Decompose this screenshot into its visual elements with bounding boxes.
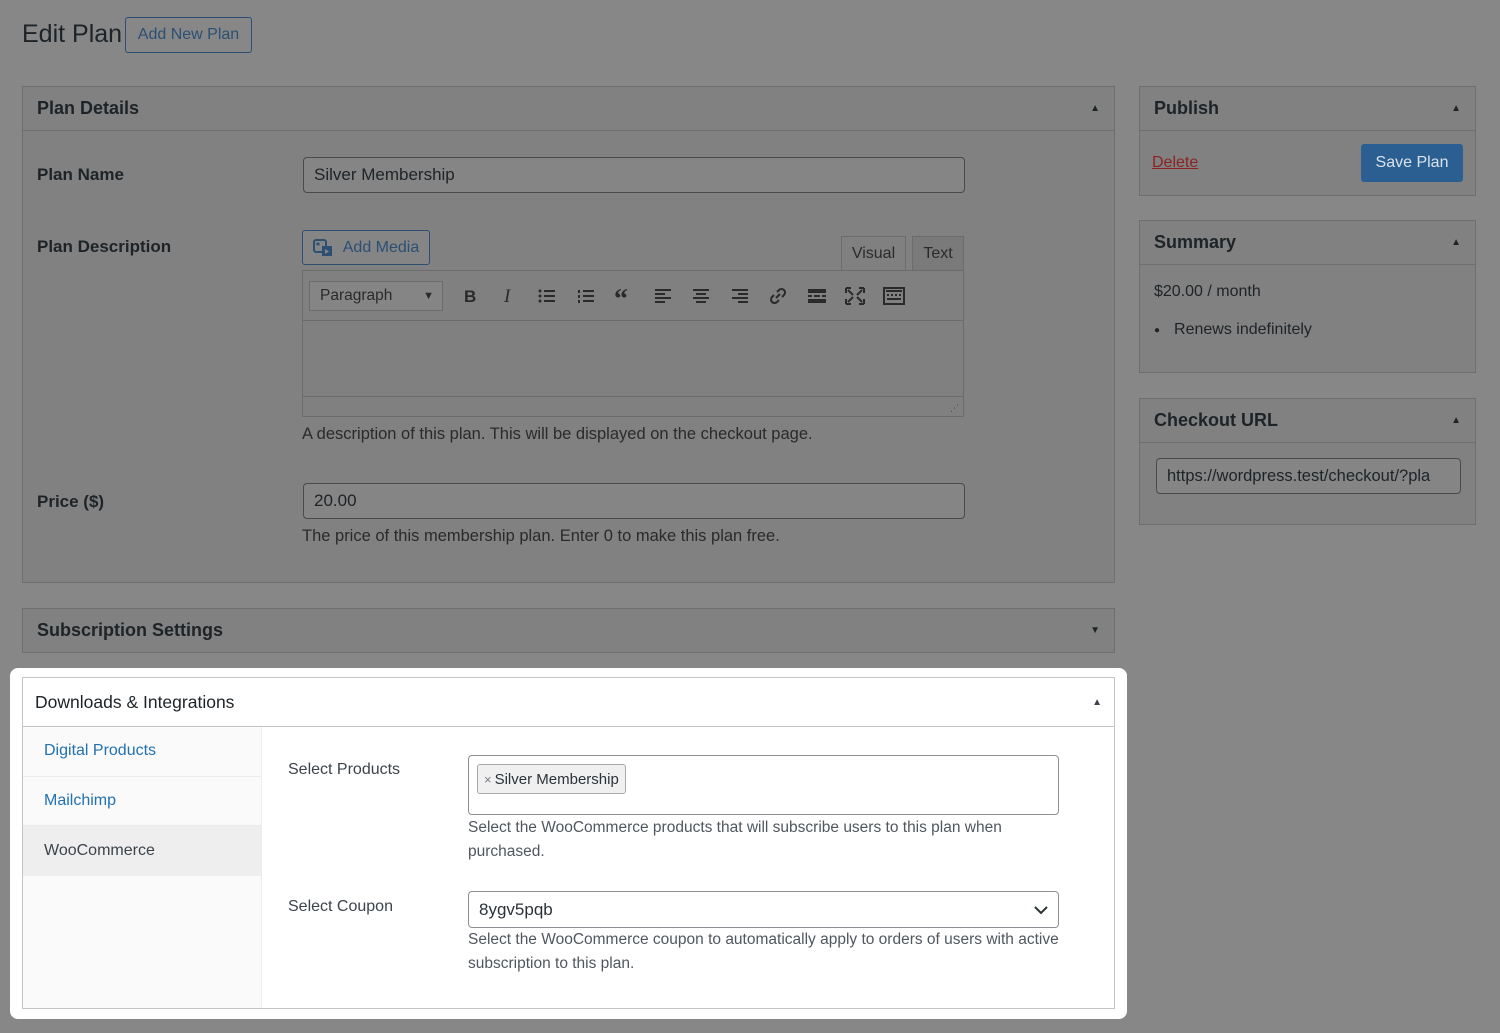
align-right-icon[interactable] [721, 281, 760, 311]
collapse-up-icon[interactable]: ▲ [1451, 237, 1461, 248]
nav-item-woocommerce[interactable]: WooCommerce [23, 826, 261, 876]
downloads-header[interactable]: Downloads & Integrations ▲ [23, 678, 1114, 727]
plan-details-header[interactable]: Plan Details ▲ [23, 87, 1114, 131]
coupon-value: 8ygv5pqb [479, 899, 553, 919]
coupon-select[interactable]: 8ygv5pqb [468, 891, 1059, 928]
integrations-nav: Digital Products Mailchimp WooCommerce [23, 727, 262, 1008]
downloads-title: Downloads & Integrations [35, 691, 235, 712]
svg-text:B: B [464, 287, 476, 305]
bullet-icon: ● [1154, 324, 1161, 336]
add-media-button[interactable]: Add Media [302, 230, 430, 265]
editor-body[interactable] [303, 321, 963, 396]
collapse-up-icon[interactable]: ▲ [1092, 697, 1102, 708]
align-left-icon[interactable] [644, 281, 683, 311]
checkout-url-title: Checkout URL [1154, 410, 1279, 430]
collapse-up-icon[interactable]: ▲ [1090, 103, 1100, 114]
select-products-input[interactable]: × Silver Membership [468, 755, 1059, 815]
svg-text:I: I [503, 287, 512, 305]
add-new-plan-button[interactable]: Add New Plan [125, 17, 252, 53]
select-coupon-label: Select Coupon [288, 898, 393, 915]
selected-product-chip: × Silver Membership [477, 764, 626, 794]
plan-name-label: Plan Name [37, 165, 124, 184]
tab-text[interactable]: Text [912, 236, 964, 270]
plan-details-title: Plan Details [37, 98, 140, 118]
align-center-icon[interactable] [682, 281, 721, 311]
nav-item-mailchimp[interactable]: Mailchimp [23, 777, 261, 826]
italic-icon[interactable]: I [490, 281, 529, 311]
bold-icon[interactable]: B [451, 281, 490, 311]
description-help: A description of this plan. This will be… [302, 425, 813, 443]
bullet-list-icon[interactable] [528, 281, 567, 311]
summary-price: $20.00 / month [1154, 283, 1261, 300]
save-plan-button[interactable]: Save Plan [1361, 144, 1463, 182]
format-select-value: Paragraph [320, 286, 393, 304]
blockquote-icon[interactable]: “ [605, 281, 644, 311]
resize-handle-icon[interactable]: ⋰ [950, 403, 959, 414]
format-select[interactable]: Paragraph ▼ [309, 280, 443, 311]
svg-text:“: “ [614, 288, 628, 304]
publish-title: Publish [1154, 98, 1220, 118]
media-icon [312, 238, 332, 256]
plan-description-label: Plan Description [37, 237, 172, 256]
link-icon[interactable] [759, 281, 798, 311]
summary-renewal: Renews indefinitely [1174, 321, 1312, 338]
delete-link[interactable]: Delete [1152, 154, 1198, 172]
chevron-down-icon [1034, 905, 1048, 914]
selected-product-label: Silver Membership [494, 770, 619, 788]
page-title: Edit Plan [22, 20, 123, 48]
products-help: Select the WooCommerce products that wil… [468, 819, 1002, 860]
checkout-url-input[interactable]: https://wordpress.test/checkout/?pla [1156, 458, 1461, 494]
remove-chip-icon[interactable]: × [484, 772, 492, 787]
plan-name-input[interactable]: Silver Membership [303, 157, 965, 193]
collapse-up-icon[interactable]: ▲ [1451, 103, 1461, 114]
collapse-up-icon[interactable]: ▲ [1451, 415, 1461, 426]
summary-renewal-item: ● Renews indefinitely [1154, 321, 1312, 339]
expand-down-icon[interactable]: ▼ [1090, 625, 1100, 636]
numbered-list-icon[interactable] [567, 281, 606, 311]
price-label: Price ($) [37, 492, 105, 511]
dropdown-arrow-icon: ▼ [423, 289, 434, 302]
read-more-icon[interactable] [798, 281, 837, 311]
editor-statusbar: ⋰ [303, 396, 963, 416]
toolbar-toggle-icon[interactable] [875, 281, 914, 311]
coupon-help: Select the WooCommerce coupon to automat… [468, 931, 1059, 972]
nav-item-digital-products[interactable]: Digital Products [23, 727, 261, 777]
subscription-settings-panel[interactable]: Subscription Settings ▼ [22, 608, 1115, 653]
price-input[interactable]: 20.00 [303, 483, 965, 519]
subscription-settings-title: Subscription Settings [37, 619, 224, 640]
select-products-label: Select Products [288, 761, 401, 778]
add-media-label: Add Media [342, 238, 420, 256]
description-editor: Paragraph ▼ B I “ ⋰ [302, 270, 964, 417]
fullscreen-icon[interactable] [836, 281, 875, 311]
tab-visual[interactable]: Visual [841, 236, 906, 270]
summary-title: Summary [1154, 232, 1237, 252]
editor-toolbar: Paragraph ▼ B I “ [303, 271, 963, 321]
price-help: The price of this membership plan. Enter… [302, 527, 780, 545]
